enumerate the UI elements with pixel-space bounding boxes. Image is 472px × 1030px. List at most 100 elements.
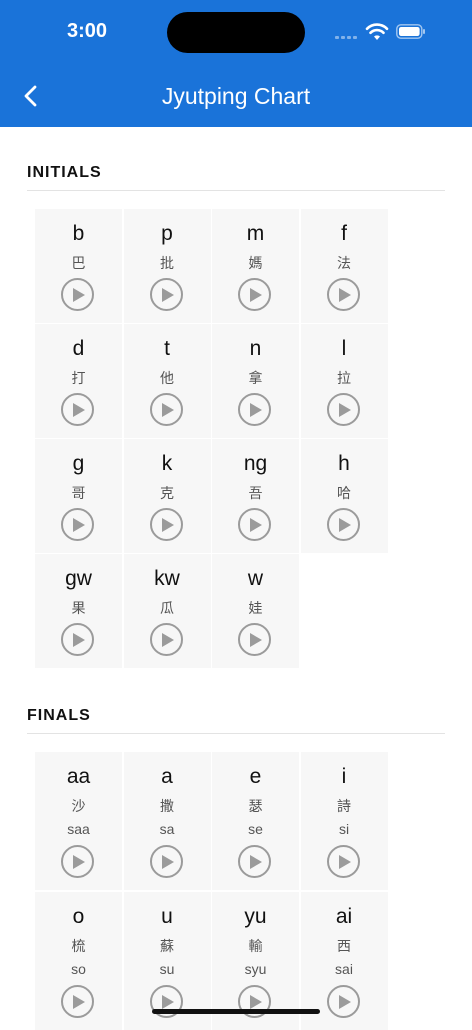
final-symbol: ai [335, 905, 353, 928]
final-cell[interactable]: i 詩 si [300, 752, 388, 890]
initials-section-title: INITIALS [27, 164, 102, 181]
final-cell[interactable]: o 梳 so [35, 892, 122, 1030]
final-character: 詩 [337, 799, 351, 815]
dynamic-island [167, 12, 305, 53]
final-symbol: e [249, 765, 262, 788]
cellular-signal-icon [335, 36, 357, 39]
initial-cell[interactable]: b巴 [35, 209, 122, 323]
play-button[interactable] [149, 278, 183, 311]
final-cell[interactable]: aa 沙 saa [35, 752, 122, 890]
final-cell[interactable]: a 撒 sa [123, 752, 211, 890]
initial-character: 批 [160, 256, 174, 272]
play-button[interactable] [61, 393, 94, 426]
initial-symbol: ng [243, 452, 268, 475]
final-character: 梳 [71, 939, 86, 955]
initial-symbol: l [341, 337, 347, 360]
home-indicator [152, 1009, 320, 1014]
play-button[interactable] [326, 508, 360, 541]
initial-character: 哥 [71, 486, 86, 502]
initial-character: 瓜 [160, 601, 174, 617]
initial-cell[interactable]: g哥 [35, 439, 122, 553]
initial-cell[interactable]: p批 [123, 209, 211, 323]
initial-character: 拉 [337, 371, 351, 387]
initial-symbol: w [247, 567, 264, 590]
battery-icon [396, 24, 425, 39]
play-button[interactable] [238, 845, 271, 878]
initial-symbol: d [72, 337, 85, 360]
final-character: 蘇 [160, 939, 174, 955]
initial-symbol: kw [154, 567, 180, 590]
initial-character: 打 [71, 371, 86, 387]
initial-cell[interactable]: m媽 [212, 209, 299, 323]
final-romanization: sa [159, 821, 175, 837]
play-button[interactable] [61, 985, 94, 1018]
initial-symbol: gw [65, 567, 92, 590]
play-button[interactable] [238, 278, 271, 311]
play-button[interactable] [149, 623, 183, 656]
final-symbol: yu [244, 905, 267, 928]
initial-cell[interactable]: k克 [123, 439, 211, 553]
play-button[interactable] [238, 508, 271, 541]
initial-cell[interactable]: l拉 [300, 324, 388, 438]
play-button[interactable] [61, 623, 94, 656]
initial-symbol: k [161, 452, 173, 475]
initial-character: 克 [160, 486, 174, 502]
initial-symbol: g [72, 452, 85, 475]
play-button[interactable] [61, 845, 94, 878]
initial-symbol: f [341, 222, 347, 245]
play-button[interactable] [238, 623, 271, 656]
play-button[interactable] [326, 985, 360, 1018]
initial-character: 巴 [71, 256, 86, 272]
play-button[interactable] [238, 393, 271, 426]
initial-character: 哈 [337, 486, 351, 502]
initial-cell[interactable]: d打 [35, 324, 122, 438]
initial-cell[interactable]: kw 瓜 [123, 554, 211, 668]
final-symbol: aa [66, 765, 91, 788]
final-character: 沙 [71, 799, 86, 815]
final-symbol: a [161, 765, 173, 788]
initial-cell[interactable]: h哈 [300, 439, 388, 553]
final-character: 輸 [248, 939, 263, 955]
final-romanization: se [248, 821, 263, 837]
play-button[interactable] [326, 278, 360, 311]
final-romanization: su [159, 961, 175, 977]
final-symbol: u [161, 905, 173, 928]
page-title: Jyutping Chart [161, 83, 311, 109]
play-button[interactable] [149, 845, 183, 878]
initial-cell[interactable]: w娃 [212, 554, 299, 668]
final-cell[interactable]: e 瑟 se [212, 752, 299, 890]
play-button[interactable] [61, 508, 94, 541]
finals-divider [27, 733, 445, 734]
initials-divider [27, 190, 445, 191]
status-time: 3:00 [67, 20, 108, 42]
initial-cell[interactable]: ng 吾 [212, 439, 299, 553]
final-character: 西 [337, 939, 351, 955]
initial-character: 法 [337, 256, 351, 272]
initial-symbol: b [72, 222, 85, 245]
play-button[interactable] [326, 393, 360, 426]
final-romanization: saa [67, 821, 90, 837]
initial-cell[interactable]: n拿 [212, 324, 299, 438]
final-romanization: so [71, 961, 86, 977]
play-button[interactable] [61, 278, 94, 311]
initial-cell[interactable]: t他 [123, 324, 211, 438]
nav-bar: 3:00 Jyutping Chart [0, 0, 472, 127]
initial-cell[interactable]: f法 [300, 209, 388, 323]
initial-character: 媽 [248, 256, 263, 272]
play-button[interactable] [149, 393, 183, 426]
initial-symbol: h [338, 452, 350, 475]
initial-character: 果 [71, 601, 86, 617]
initial-symbol: p [161, 222, 173, 245]
final-romanization: sai [335, 961, 353, 977]
final-character: 撒 [160, 799, 174, 815]
initial-character: 娃 [248, 601, 263, 617]
initial-symbol: m [246, 222, 265, 245]
play-button[interactable] [326, 845, 360, 878]
initial-character: 他 [160, 371, 174, 387]
final-romanization: syu [244, 961, 267, 977]
finals-section-title: FINALS [27, 707, 91, 724]
initial-cell[interactable]: gw 果 [35, 554, 122, 668]
final-symbol: i [341, 765, 347, 788]
play-button[interactable] [149, 508, 183, 541]
initial-symbol: n [249, 337, 262, 360]
